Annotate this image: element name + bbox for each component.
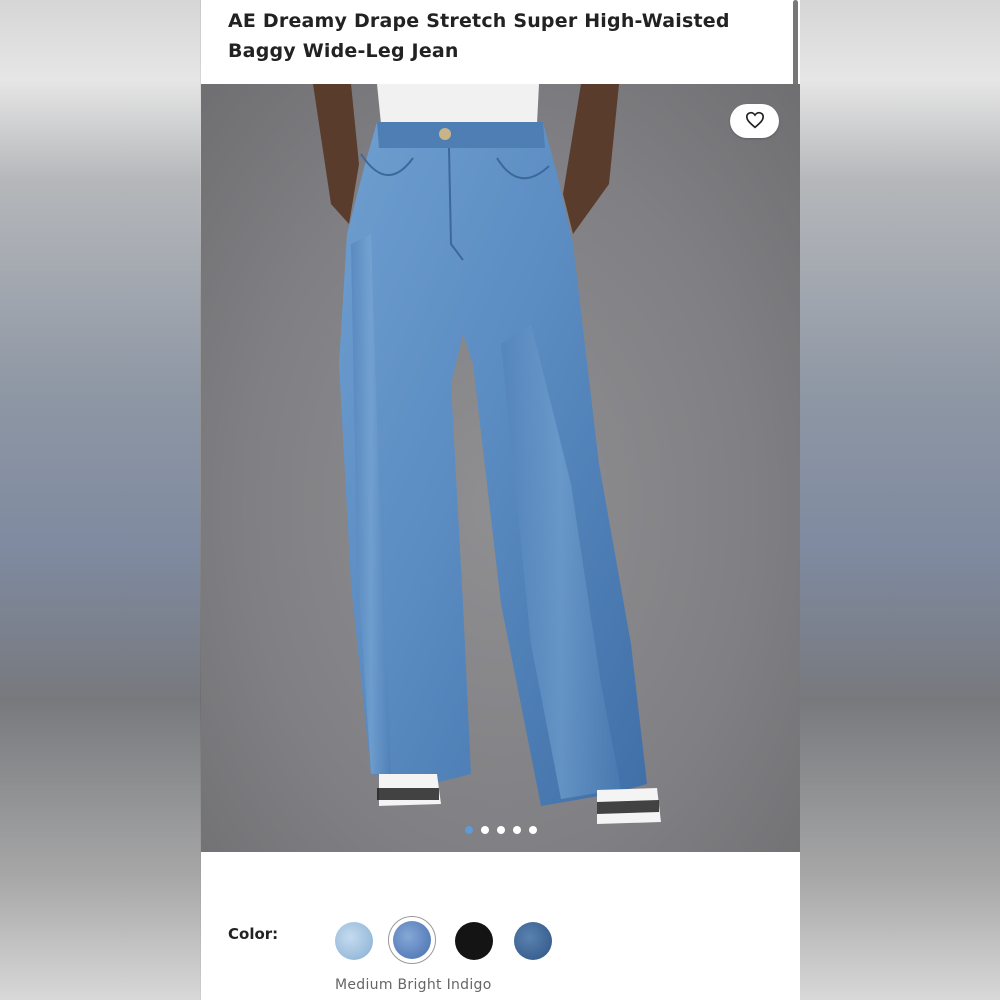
heart-outline-icon [745,111,765,132]
product-image[interactable] [201,84,800,852]
carousel-dot[interactable] [464,826,473,834]
carousel-dot[interactable] [496,826,505,834]
swatch-black[interactable] [455,922,493,960]
carousel-dot[interactable] [528,826,537,834]
favorite-button[interactable] [730,104,779,138]
carousel-dot[interactable] [480,826,489,834]
product-title: AE Dreamy Drape Stretch Super High-Waist… [228,10,730,62]
carousel-dot[interactable] [512,826,521,834]
product-page: AE Dreamy Drape Stretch Super High-Waist… [201,0,800,1000]
jeans-photo [313,84,661,824]
carousel-dots [201,826,800,834]
swatch-medium-bright-indigo[interactable] [393,921,431,959]
background-blur-left [0,0,200,1000]
swatch-light-wash[interactable] [335,922,373,960]
selected-color-name: Medium Bright Indigo [335,977,492,993]
background-blur-right [800,0,1000,1000]
swatch-dark-wash[interactable] [514,922,552,960]
color-label: Color: [228,925,279,943]
